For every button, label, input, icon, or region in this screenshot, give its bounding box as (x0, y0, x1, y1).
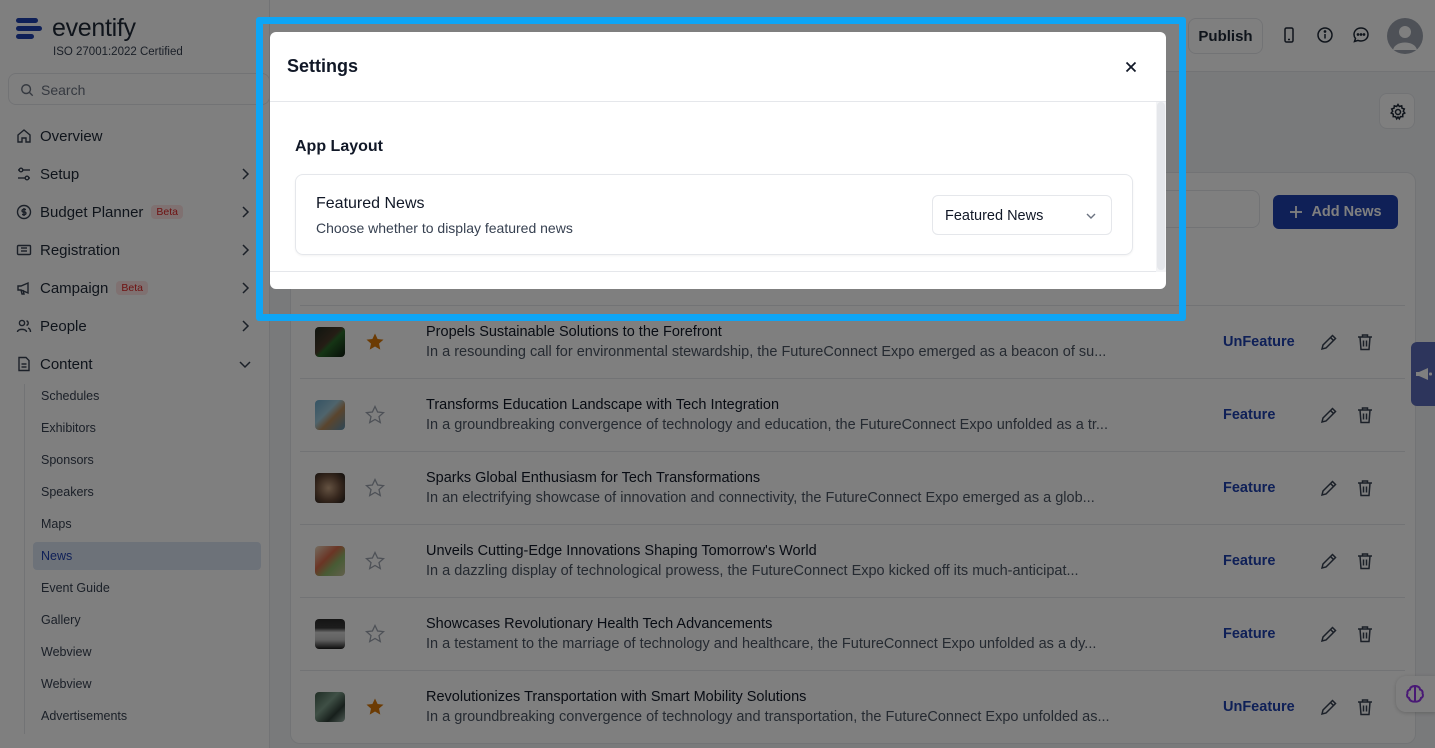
close-button[interactable] (1120, 56, 1142, 78)
close-icon (1125, 61, 1137, 73)
select-value: Featured News (945, 208, 1044, 224)
modal-title: Settings (287, 56, 359, 76)
modal-scrollbar-thumb[interactable] (1157, 102, 1165, 270)
modal-header: Settings (270, 32, 1166, 102)
featured-news-select[interactable]: Featured News (932, 195, 1112, 235)
setting-label: Featured News (316, 195, 425, 212)
section-title: App Layout (295, 138, 383, 155)
chevron-down-icon (1086, 213, 1096, 219)
modal-body: App Layout Featured News Choose whether … (270, 102, 1156, 272)
setting-description: Choose whether to display featured news (316, 220, 573, 236)
featured-news-setting: Featured News Choose whether to display … (295, 174, 1133, 255)
settings-modal: Settings App Layout Featured News Choose… (270, 32, 1166, 289)
